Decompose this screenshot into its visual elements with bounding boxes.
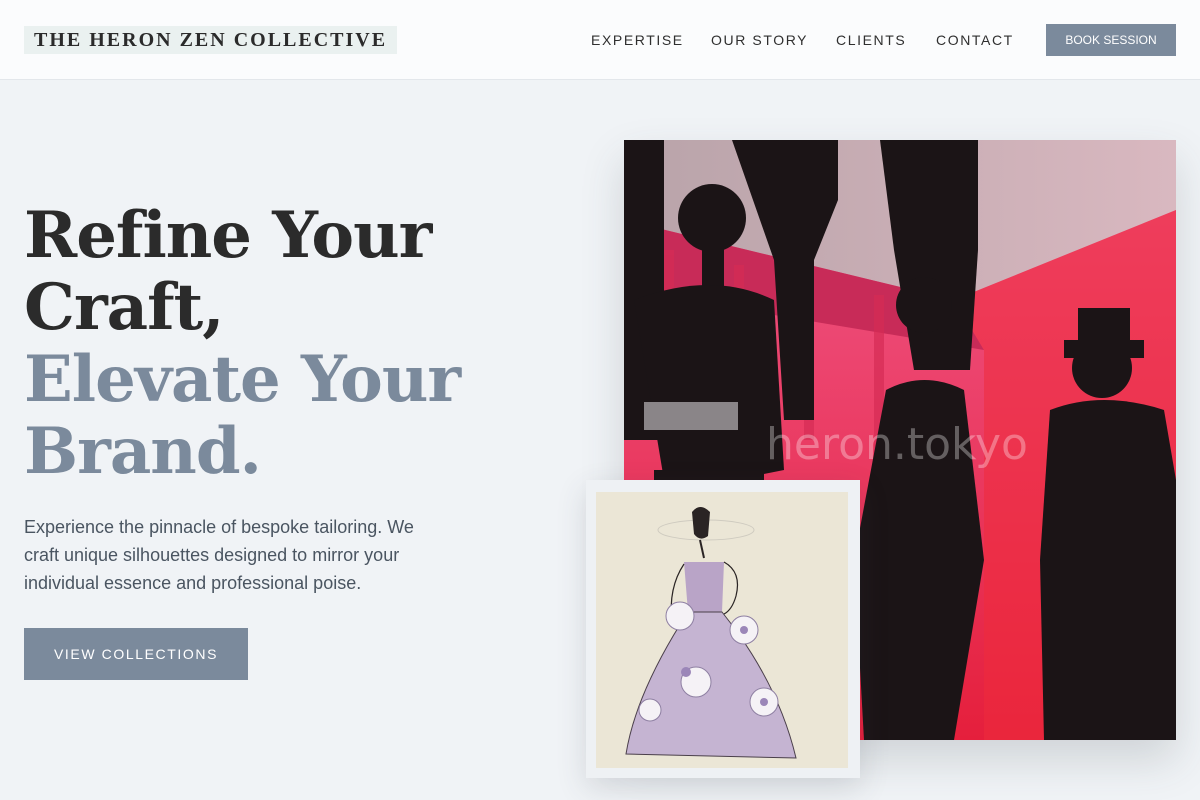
hero-description-line-2: craft unique silhouettes designed to mir… (24, 545, 400, 565)
hero-description: Experience the pinnacle of bespoke tailo… (24, 513, 464, 597)
gown-sketch-illustration (596, 492, 848, 768)
book-session-button[interactable]: BOOK SESSION (1046, 24, 1176, 56)
hero-title-line-1: Refine Your (24, 198, 432, 273)
hero-description-line-3: individual essence and professional pois… (24, 573, 362, 593)
fashion-sketch-image (596, 492, 848, 768)
hero-title-line-4: Brand. (24, 414, 262, 489)
nav-contact[interactable]: CONTACT (936, 31, 1014, 49)
fashion-sketch-card (586, 480, 860, 778)
view-collections-button[interactable]: VIEW COLLECTIONS (24, 628, 248, 680)
hero-title-line-2: Craft, (24, 270, 225, 345)
hero-title: Refine Your Craft, Elevate Your Brand. (24, 198, 461, 489)
nav-expertise[interactable]: EXPERTISE (591, 31, 684, 49)
hero-description-line-1: Experience the pinnacle of bespoke tailo… (24, 517, 414, 537)
nav-our-story[interactable]: OUR STORY (711, 31, 808, 49)
nav-clients[interactable]: CLIENTS (836, 31, 906, 49)
hero-title-line-3: Elevate Your (24, 342, 461, 417)
site-header: THE HERON ZEN COLLECTIVE EXPERTISE OUR S… (0, 0, 1200, 80)
site-logo[interactable]: THE HERON ZEN COLLECTIVE (24, 26, 398, 54)
